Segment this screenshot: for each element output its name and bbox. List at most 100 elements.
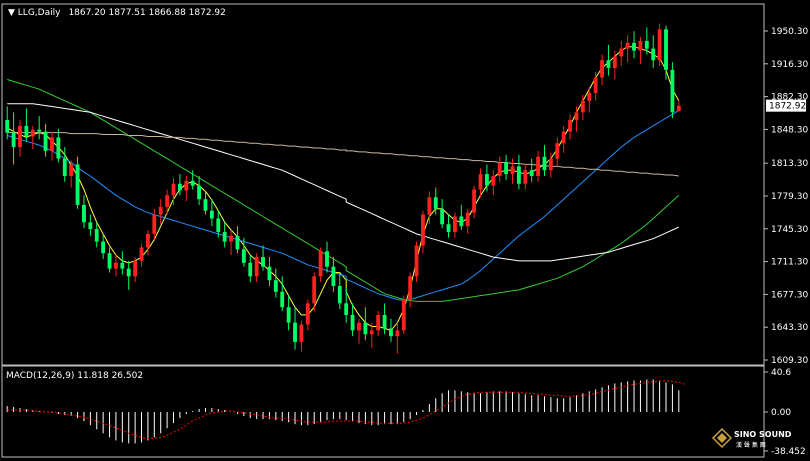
candle-body <box>120 262 125 269</box>
candle-body <box>203 199 208 211</box>
candle-body <box>561 131 566 144</box>
candle <box>414 241 419 283</box>
chart-canvas: 1950.301916.301882.301848.301813.301779.… <box>0 0 810 461</box>
candle <box>401 295 406 335</box>
candle-body <box>75 164 80 205</box>
candle-body <box>152 214 157 234</box>
candle-body <box>165 195 170 207</box>
candle-body <box>529 170 534 177</box>
candle-body <box>542 156 547 171</box>
price-tick-label: 1779.30 <box>771 192 808 202</box>
candle-body <box>216 218 221 232</box>
price-tick-label: 1711.30 <box>771 258 808 268</box>
symbol-label: LLG,Daily <box>18 8 61 18</box>
candle-body <box>30 129 35 137</box>
candle-body <box>254 257 259 277</box>
candle-body <box>516 166 521 184</box>
candle-body <box>651 48 656 61</box>
candle-body <box>286 307 291 323</box>
candle-body <box>299 324 304 342</box>
candle-body <box>229 235 233 242</box>
candle-body <box>555 143 560 159</box>
candle-body <box>24 125 29 137</box>
price-tick-label: 1677.30 <box>771 290 808 300</box>
candle-body <box>235 235 240 250</box>
candle-body <box>11 132 16 148</box>
candle-body <box>440 208 445 225</box>
candle-body <box>670 69 675 113</box>
candle-body <box>37 129 42 132</box>
ohlc-readout: 1867.20 1877.51 1866.88 1872.92 <box>68 8 225 18</box>
candle-body <box>18 125 22 148</box>
candle-body <box>318 251 323 277</box>
candle-body <box>638 40 643 51</box>
candle-body <box>158 206 163 215</box>
candle-body <box>261 257 265 267</box>
candle-body <box>69 164 74 177</box>
candle-body <box>376 314 381 331</box>
price-tick-label: 1745.30 <box>771 225 808 235</box>
header-triangle-icon: ▼ <box>8 8 18 18</box>
candle-body <box>190 180 195 186</box>
candle-body <box>62 158 67 177</box>
candle-body <box>56 137 61 159</box>
candle-body <box>88 222 93 230</box>
candle-body <box>446 224 451 232</box>
candle-body <box>632 42 636 51</box>
candle-body <box>574 112 579 121</box>
candle-body <box>568 120 572 132</box>
macd-tick-label: 0.00 <box>771 408 791 418</box>
candle-body <box>101 241 106 254</box>
candle-body <box>421 214 425 246</box>
candle-body <box>606 60 611 68</box>
candle-body <box>357 322 361 331</box>
candle-body <box>273 280 278 292</box>
price-tick-label: 1950.30 <box>771 27 808 37</box>
candle-body <box>184 180 189 191</box>
candle-body <box>126 268 131 277</box>
candle-body <box>133 260 138 277</box>
candle-body <box>331 266 336 286</box>
candle-body <box>280 291 285 308</box>
candle-body <box>548 158 553 171</box>
candle-body <box>472 189 477 213</box>
candle-body <box>401 299 406 331</box>
candle-body <box>536 156 541 177</box>
logo-brand: SINO SOUND <box>734 430 792 439</box>
candle-body <box>587 93 592 101</box>
candle-body <box>395 330 400 337</box>
candle-body <box>145 233 150 248</box>
price-tick-label: 1848.30 <box>771 125 808 135</box>
candle-body <box>241 249 246 263</box>
price-tick-label: 1813.30 <box>771 159 808 169</box>
candle-body <box>612 56 617 68</box>
macd-title: MACD(12,26,9) 11.818 26.502 <box>6 371 143 381</box>
chart-background <box>0 0 810 461</box>
candle-body <box>478 174 483 190</box>
logo-subtitle: 漢 聲 集 團 <box>736 441 766 449</box>
candle-body <box>523 170 528 184</box>
macd-tick-label: -38.452 <box>771 447 806 457</box>
candle-body <box>5 120 10 133</box>
candle-body <box>644 40 649 49</box>
candle-body <box>389 328 393 337</box>
candle-body <box>107 253 112 269</box>
candle-body <box>82 204 86 223</box>
candle-body <box>625 42 630 49</box>
candle-body <box>350 314 355 331</box>
candle-body <box>94 229 99 242</box>
candle-body <box>337 285 342 304</box>
candle-body <box>293 322 297 342</box>
candle-body <box>497 162 502 177</box>
candle-body <box>114 262 118 269</box>
candle-body <box>305 303 310 325</box>
candle-body <box>369 330 374 335</box>
candle-body <box>484 174 489 186</box>
candle-body <box>619 48 624 57</box>
candle-body <box>248 262 253 277</box>
last-price-tag: 1872.92 <box>766 99 806 112</box>
candle-body <box>171 183 176 196</box>
price-tick-label: 1643.30 <box>771 323 808 333</box>
candle <box>670 62 675 119</box>
chart-title: ▼ LLG,Daily 1867.20 1877.51 1866.88 1872.… <box>8 8 226 18</box>
